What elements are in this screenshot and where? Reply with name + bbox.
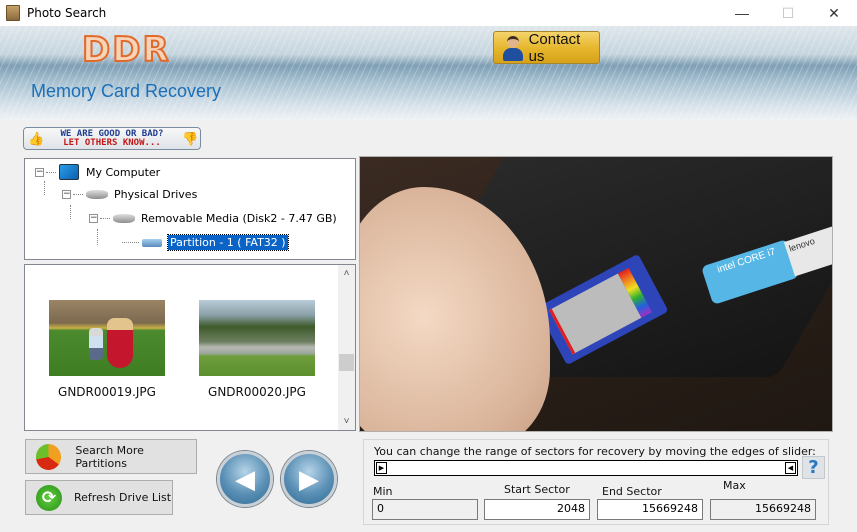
minimize-button[interactable]: — — [719, 0, 765, 26]
header-banner: DDR Memory Card Recovery Contact us — [0, 26, 857, 120]
app-icon — [6, 5, 20, 21]
sector-range-slider[interactable]: ▶ ◀ — [374, 460, 798, 476]
min-field: 0 — [372, 499, 478, 520]
photo-preview: intel CORE i7 lenovo — [359, 156, 833, 432]
thumbnail-item[interactable]: GNDR00020.JPG — [199, 300, 315, 399]
window-controls: — ☐ ✕ — [719, 0, 857, 26]
tree-connector — [46, 171, 56, 173]
max-field: 15669248 — [710, 499, 816, 520]
tree-node-physical-drives[interactable]: − Physical Drives — [62, 188, 197, 201]
feedback-text: WE ARE GOOD OR BAD? LET OTHERS KNOW... — [42, 129, 182, 148]
end-sector-label: End Sector — [602, 485, 662, 498]
thumbs-down-icon: 👎 — [182, 130, 199, 146]
tree-node-label: Removable Media (Disk2 - 7.47 GB) — [141, 212, 337, 225]
start-sector-input[interactable]: 2048 — [484, 499, 590, 520]
contact-us-button[interactable]: Contact us — [493, 30, 600, 65]
min-label: Min — [373, 485, 393, 498]
support-person-icon — [502, 35, 524, 61]
tree-connector — [122, 242, 139, 243]
product-subtitle: Memory Card Recovery — [31, 81, 222, 101]
max-label: Max — [723, 479, 746, 492]
thumbnail-list: GNDR00019.JPG GNDR00020.JPG ˄ ˅ — [24, 264, 356, 431]
scroll-down-arrow[interactable]: ˅ — [338, 413, 355, 430]
slider-end-handle[interactable]: ◀ — [785, 462, 796, 474]
tree-connector — [73, 194, 83, 195]
tree-node-removable-media[interactable]: − Removable Media (Disk2 - 7.47 GB) — [89, 212, 337, 225]
tree-node-label: Physical Drives — [114, 188, 198, 201]
drive-icon — [86, 190, 108, 199]
pie-chart-icon — [36, 443, 62, 470]
refresh-label: Refresh Drive List — [74, 491, 172, 504]
thumbnail-filename: GNDR00019.JPG — [58, 385, 156, 399]
refresh-icon: ⟳ — [36, 484, 62, 511]
tree-connector — [100, 218, 110, 219]
slider-start-handle[interactable]: ▶ — [376, 462, 387, 474]
help-button[interactable]: ? — [802, 456, 825, 479]
scroll-thumb[interactable] — [339, 354, 354, 371]
maximize-button[interactable]: ☐ — [765, 0, 811, 26]
feedback-line2: LET OTHERS KNOW... — [63, 137, 161, 148]
vertical-scrollbar[interactable]: ˄ ˅ — [338, 265, 355, 430]
tree-node-label: My Computer — [86, 165, 161, 179]
next-button[interactable]: ▶ — [281, 451, 337, 507]
computer-icon — [59, 164, 79, 180]
photo-thumbnail — [199, 300, 315, 376]
scroll-up-arrow[interactable]: ˄ — [338, 265, 355, 282]
sector-range-caption: You can change the range of sectors for … — [374, 445, 816, 458]
photo-thumbnail — [49, 300, 165, 376]
thumbs-up-icon: 👍 — [28, 130, 45, 146]
sector-range-group: You can change the range of sectors for … — [363, 439, 829, 525]
title-bar: Photo Search — ☐ ✕ — [0, 0, 857, 26]
feedback-button[interactable]: 👍 WE ARE GOOD OR BAD? LET OTHERS KNOW...… — [23, 127, 201, 150]
ddr-logo: DDR — [81, 29, 171, 71]
collapse-toggle[interactable]: − — [89, 214, 98, 223]
arrow-right-icon: ▶ — [299, 463, 319, 494]
thumbnail-item[interactable]: GNDR00019.JPG — [49, 300, 165, 399]
collapse-toggle[interactable]: − — [62, 190, 71, 199]
tree-node-label: Partition - 1 ( FAT32 ) — [167, 234, 289, 251]
thumbnail-filename: GNDR00020.JPG — [208, 385, 306, 399]
drive-tree: − My Computer − Physical Drives − Remova… — [24, 158, 356, 260]
drive-icon — [113, 214, 135, 223]
arrow-left-icon: ◀ — [235, 463, 255, 494]
start-sector-label: Start Sector — [504, 483, 570, 496]
tree-line — [44, 181, 45, 195]
collapse-toggle[interactable]: − — [35, 167, 44, 177]
previous-button[interactable]: ◀ — [217, 451, 273, 507]
usb-drive-icon — [142, 238, 162, 247]
tree-line — [97, 229, 98, 245]
contact-us-label: Contact us — [528, 30, 581, 65]
window-title: Photo Search — [27, 6, 107, 20]
tree-node-partition-1[interactable]: Partition - 1 ( FAT32 ) — [122, 234, 289, 251]
search-more-partitions-button[interactable]: Search More Partitions — [25, 439, 197, 474]
search-more-label: Search More Partitions — [75, 443, 144, 470]
tree-line — [70, 205, 71, 219]
close-button[interactable]: ✕ — [811, 0, 857, 26]
tree-node-my-computer[interactable]: − My Computer — [35, 164, 160, 180]
end-sector-input[interactable]: 15669248 — [597, 499, 703, 520]
refresh-drive-list-button[interactable]: ⟳ Refresh Drive List — [25, 480, 173, 515]
